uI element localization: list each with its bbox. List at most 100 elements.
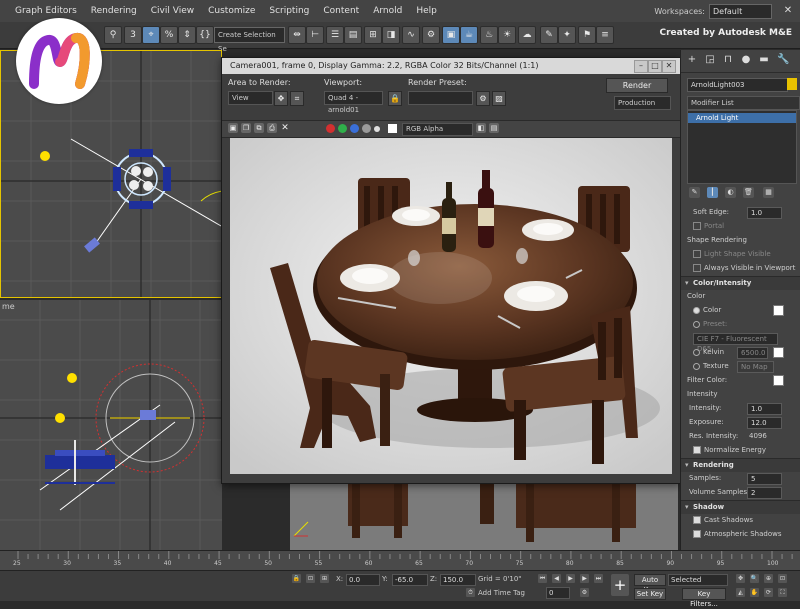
render-preset-dropdown[interactable]	[408, 91, 473, 105]
display-tab-icon[interactable]: ▬	[759, 55, 769, 65]
lock-viewport-icon[interactable]: 🔒	[388, 91, 402, 106]
viewport-perspective[interactable]	[290, 478, 678, 550]
lock-selection-icon[interactable]: 🔒	[292, 574, 301, 583]
set-key-button[interactable]: Set Key	[634, 588, 666, 600]
shadow-rollout[interactable]: Shadow	[681, 500, 800, 514]
texture-map-button[interactable]: No Map	[737, 361, 774, 373]
print-image-icon[interactable]: ⎙	[267, 123, 277, 133]
modify-tab-icon[interactable]: ◲	[705, 55, 715, 65]
clear-icon[interactable]: ✕	[280, 123, 290, 133]
arnold-shader-icon[interactable]: ⚑	[578, 26, 596, 44]
clone-window-icon[interactable]: ⧉	[254, 123, 264, 133]
time-config-icon[interactable]: ⚙	[580, 588, 589, 597]
maximize-icon[interactable]: □	[648, 60, 662, 73]
area-to-render-dropdown[interactable]: View	[228, 91, 273, 105]
remove-modifier-icon[interactable]: 🗑	[743, 187, 754, 198]
menu-arnold[interactable]: Arnold	[366, 6, 409, 16]
snap-3d-icon[interactable]: 3	[124, 26, 142, 44]
color-intensity-rollout[interactable]: Color/Intensity	[681, 276, 800, 290]
render-button[interactable]: Render	[606, 78, 668, 93]
z-field[interactable]: 150.0	[440, 574, 476, 586]
viewport-dropdown[interactable]: Quad 4 - arnold01	[324, 91, 383, 114]
render-setup-icon[interactable]: ⚙	[422, 26, 440, 44]
selection-set-dropdown[interactable]: Create Selection Se	[214, 27, 285, 53]
add-time-tag-label[interactable]: Add Time Tag	[478, 589, 525, 597]
rendered-frame-window-icon[interactable]: ▣	[442, 26, 460, 44]
align-icon[interactable]: ⊢	[306, 26, 324, 44]
soft-edge-field[interactable]: 1.0	[747, 207, 782, 219]
zoom-icon[interactable]: 🔍	[750, 574, 759, 583]
alpha-channel-icon[interactable]	[362, 124, 371, 133]
time-tag-icon[interactable]: ⏱	[466, 588, 475, 597]
light-shape-visible-checkbox[interactable]: Light Shape Visible	[693, 250, 771, 258]
play-icon[interactable]: ▶	[566, 574, 575, 583]
kelvin-field[interactable]: 6500.0	[737, 347, 768, 359]
rendering-rollout[interactable]: Rendering	[681, 458, 800, 472]
texture-radio[interactable]: Texture	[693, 362, 729, 370]
kelvin-radio[interactable]: Kelvin	[693, 348, 724, 356]
normalize-checkbox[interactable]: Normalize Energy	[693, 446, 766, 454]
volume-samples-field[interactable]: 2	[747, 487, 782, 499]
toggle-ribbon-icon[interactable]: ▤	[344, 26, 362, 44]
render-mode-dropdown[interactable]: Production	[614, 96, 671, 110]
auto-region-icon[interactable]: ⌗	[290, 91, 304, 106]
kelvin-swatch[interactable]	[773, 347, 784, 358]
object-color-swatch[interactable]	[787, 78, 797, 90]
snap-toggle-icon[interactable]: ⌖	[142, 26, 160, 44]
auto-key-button[interactable]: Auto Key	[634, 574, 666, 594]
key-filters-button[interactable]: Key Filters...	[682, 588, 726, 608]
material-editor-icon[interactable]: ◨	[382, 26, 400, 44]
close-icon[interactable]: ✕	[662, 60, 676, 73]
y-field[interactable]: -65.0	[392, 574, 428, 586]
configure-modifier-sets-icon[interactable]: ▦	[763, 187, 774, 198]
next-frame-icon[interactable]: ▶	[580, 574, 589, 583]
edit-region-icon[interactable]: ✥	[274, 91, 288, 106]
menu-content[interactable]: Content	[316, 6, 366, 16]
filter-color-swatch[interactable]	[773, 375, 784, 386]
always-visible-checkbox[interactable]: Always Visible in Viewport	[693, 264, 795, 272]
go-to-end-icon[interactable]: ⏭	[594, 574, 603, 583]
utilities-tab-icon[interactable]: 🔧	[777, 55, 789, 65]
mirror-icon[interactable]: ⇹	[288, 26, 306, 44]
mono-icon[interactable]	[374, 126, 380, 132]
intensity-field[interactable]: 1.0	[747, 403, 782, 415]
render-iterative-icon[interactable]: ♨	[480, 26, 498, 44]
pan-icon[interactable]: ✥	[736, 574, 745, 583]
orbit-icon[interactable]: ⟳	[764, 588, 773, 597]
current-frame-field[interactable]: 0	[546, 587, 570, 599]
stack-item-arnold-light[interactable]: Arnold Light	[688, 113, 796, 123]
render-window-titlebar[interactable]: Camera001, frame 0, Display Gamma: 2.2, …	[222, 58, 680, 74]
arnold-settings-icon[interactable]: ≡	[596, 26, 614, 44]
menu-scripting[interactable]: Scripting	[262, 6, 316, 16]
go-to-start-icon[interactable]: ⏮	[538, 574, 547, 583]
menu-graph-editors[interactable]: Graph Editors	[8, 6, 84, 16]
red-channel-icon[interactable]	[326, 124, 335, 133]
motion-tab-icon[interactable]: ●	[741, 55, 751, 65]
add-key-icon[interactable]: +	[611, 574, 629, 596]
samples-field[interactable]: 5	[747, 473, 782, 485]
menu-customize[interactable]: Customize	[201, 6, 262, 16]
blue-channel-icon[interactable]	[350, 124, 359, 133]
hierarchy-tab-icon[interactable]: ⊓	[723, 55, 733, 65]
curve-editor-icon[interactable]: ∿	[402, 26, 420, 44]
cast-shadows-checkbox[interactable]: Cast Shadows	[693, 516, 753, 524]
render-online-icon[interactable]: ☁	[518, 26, 536, 44]
field-of-view-icon[interactable]: ◭	[736, 588, 745, 597]
timeline-track[interactable]: 25 30 35 40 45 50 55 60 65 70 75 80 85 90 95 100	[0, 550, 800, 571]
schematic-view-icon[interactable]: ⊞	[364, 26, 382, 44]
close-icon[interactable]: ✕	[780, 3, 796, 19]
percent-snap-icon[interactable]: %	[160, 26, 178, 44]
workspace-dropdown[interactable]: Default	[709, 4, 772, 19]
arnold-render-icon[interactable]: ✎	[540, 26, 558, 44]
toggle-ui-overlay-icon[interactable]: ◧	[476, 123, 486, 133]
environment-effects-icon[interactable]: ▨	[492, 91, 506, 106]
selected-dropdown[interactable]: Selected	[668, 574, 728, 586]
activeshade-icon[interactable]: ☀	[498, 26, 516, 44]
toggle-ui-icon[interactable]: ▤	[489, 123, 499, 133]
minimize-icon[interactable]: –	[634, 60, 648, 73]
portal-checkbox[interactable]: Portal	[693, 222, 724, 230]
x-field[interactable]: 0.0	[346, 574, 380, 586]
make-unique-icon[interactable]: ◐	[725, 187, 736, 198]
menu-rendering[interactable]: Rendering	[84, 6, 144, 16]
preset-dropdown[interactable]: CIE F7 - Fluorescent D65	[693, 333, 778, 353]
